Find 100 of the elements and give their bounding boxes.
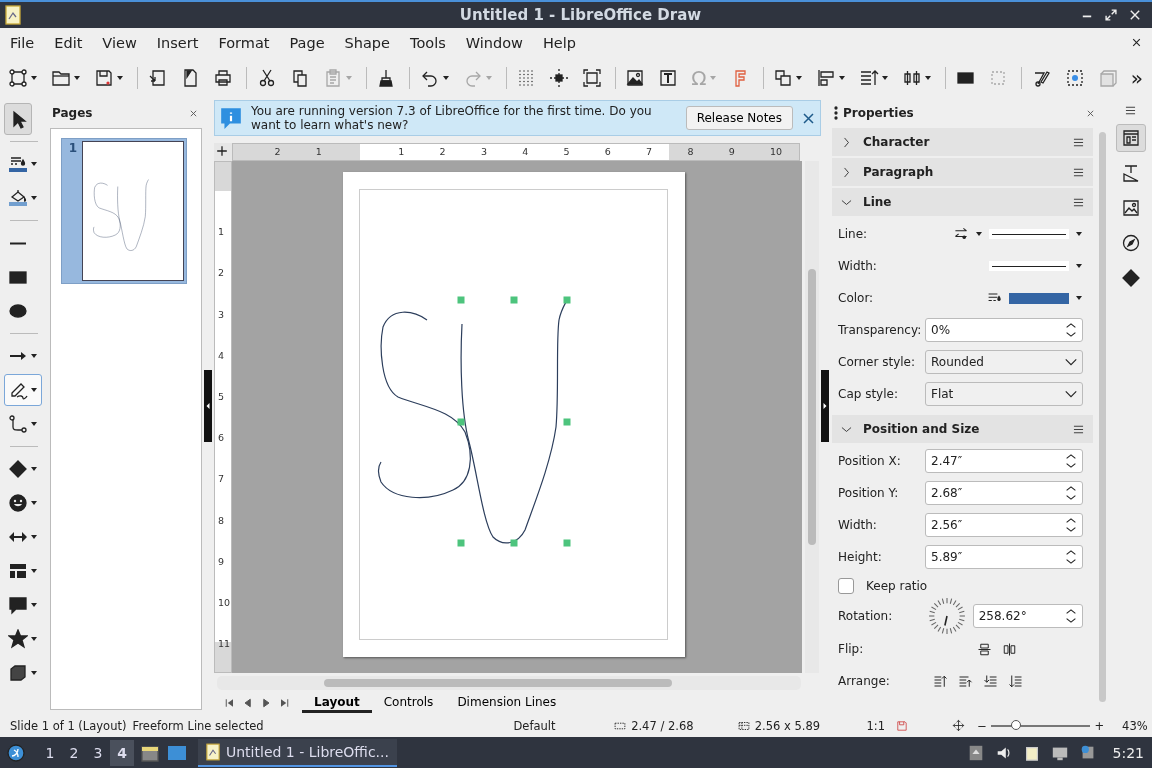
vertical-scrollbar[interactable] (805, 161, 819, 673)
export-icon[interactable] (147, 68, 168, 88)
transform-icon[interactable] (773, 68, 794, 88)
horizontal-scrollbar[interactable] (217, 676, 801, 690)
selection-handle[interactable] (457, 539, 465, 547)
close-document-icon[interactable] (1131, 36, 1142, 48)
caret-icon[interactable] (30, 601, 38, 609)
selection-handle[interactable] (563, 296, 571, 304)
zoom-slider-thumb[interactable] (1010, 719, 1021, 730)
caret-icon[interactable] (116, 74, 124, 82)
page-thumbnail[interactable]: 1 (61, 138, 187, 284)
layer-tab[interactable]: Dimension Lines (445, 692, 569, 713)
selection-handle[interactable] (563, 539, 571, 547)
caret-icon[interactable] (30, 194, 38, 202)
spin-field[interactable]: 2.47″ (925, 449, 1083, 473)
caret-icon[interactable] (30, 74, 38, 82)
caret-icon[interactable] (30, 160, 38, 168)
checkbox-label[interactable]: Keep ratio (866, 579, 928, 593)
caret-icon[interactable] (881, 74, 890, 82)
guides-icon[interactable] (548, 68, 569, 88)
flip-horizontal-icon[interactable] (1002, 641, 1017, 657)
collapse-handle[interactable] (821, 370, 829, 442)
menu-item[interactable]: Help (532, 35, 586, 51)
spin-icon[interactable] (1064, 516, 1078, 534)
panel-scrollbar[interactable] (1099, 132, 1106, 702)
first-icon[interactable] (224, 696, 236, 709)
workspace-button[interactable]: 2 (62, 739, 86, 766)
line-width-preview[interactable] (989, 261, 1069, 271)
release-notes-button[interactable]: Release Notes (685, 106, 793, 130)
caret-icon[interactable] (30, 567, 38, 575)
menu-item[interactable]: Insert (146, 35, 209, 51)
selection-handle[interactable] (510, 296, 518, 304)
distribute-icon[interactable] (902, 68, 923, 88)
glue-point-icon[interactable] (1064, 68, 1085, 88)
printer-icon[interactable] (213, 68, 234, 88)
caret-icon[interactable] (30, 533, 38, 541)
caret-icon[interactable] (441, 74, 450, 82)
section-header[interactable]: Position and Size (832, 415, 1093, 443)
close-icon[interactable] (1128, 8, 1142, 22)
workspace-button[interactable]: 3 (86, 739, 110, 766)
frame-icon[interactable] (581, 68, 602, 88)
close-icon[interactable] (801, 110, 816, 126)
menu-item[interactable]: Window (455, 35, 533, 51)
section-header[interactable]: Character (832, 128, 1093, 156)
properties-tab[interactable] (1115, 124, 1146, 152)
caret-icon[interactable] (795, 74, 804, 82)
caret-icon[interactable] (30, 352, 38, 360)
selection-handle[interactable] (457, 418, 465, 426)
bring-to-front-icon[interactable] (933, 673, 948, 689)
maximize-icon[interactable] (1104, 8, 1118, 22)
spin-field[interactable]: 0% (925, 318, 1083, 342)
points-icon[interactable] (8, 68, 28, 88)
selection-handle[interactable] (510, 539, 518, 547)
taskbar-task[interactable]: Untitled 1 - LibreOffic... (198, 738, 397, 767)
spin-icon[interactable] (1064, 548, 1078, 566)
spin-field[interactable]: 5.89″ (925, 545, 1083, 569)
send-to-back-icon[interactable] (1008, 673, 1023, 689)
folder-icon[interactable] (51, 68, 71, 88)
caret-icon[interactable] (1075, 262, 1083, 270)
close-icon[interactable] (189, 108, 198, 118)
workspace-button[interactable]: 1 (38, 739, 62, 766)
caret-icon[interactable] (924, 74, 933, 82)
close-icon[interactable] (1086, 108, 1095, 118)
rotation-dial[interactable] (927, 597, 966, 635)
menu-item[interactable]: File (0, 35, 45, 51)
image-icon[interactable] (625, 68, 646, 88)
caret-icon[interactable] (838, 74, 847, 82)
menu-item[interactable]: Tools (400, 35, 456, 51)
dropdown[interactable]: Rounded (925, 350, 1083, 374)
zoom-out-button[interactable]: − (977, 718, 987, 733)
caret-icon[interactable] (975, 230, 983, 238)
layer-tab[interactable]: Controls (371, 692, 446, 713)
caret-icon[interactable] (30, 499, 38, 507)
spin-field[interactable]: 258.62° (972, 604, 1083, 628)
caret-icon[interactable] (73, 74, 81, 82)
menu-item[interactable]: Format (208, 35, 280, 51)
spin-field[interactable]: 2.68″ (925, 481, 1083, 505)
line-style-preview[interactable] (989, 229, 1069, 239)
section-header[interactable]: Paragraph (832, 158, 1093, 186)
spin-field[interactable]: 2.56″ (925, 513, 1083, 537)
flip-vertical-icon[interactable] (977, 641, 992, 657)
spin-icon[interactable] (1064, 452, 1078, 470)
last-icon[interactable] (278, 696, 290, 709)
caret-icon[interactable] (30, 635, 38, 643)
collapse-handle[interactable] (204, 370, 212, 442)
spin-icon[interactable] (1064, 484, 1078, 502)
menu-item[interactable]: View (92, 35, 147, 51)
save-icon[interactable] (94, 68, 114, 88)
selection-handle[interactable] (457, 296, 465, 304)
zoom-in-button[interactable]: + (1094, 718, 1105, 733)
caret-icon[interactable] (1075, 294, 1083, 302)
pencil-tool[interactable] (4, 374, 42, 406)
more-tools-button[interactable]: » (1130, 68, 1144, 88)
arrange-icon[interactable] (859, 68, 880, 88)
next-icon[interactable] (260, 696, 272, 709)
spin-icon[interactable] (1064, 321, 1078, 339)
align-icon[interactable] (816, 68, 837, 88)
arrow-style-icon[interactable] (953, 226, 969, 242)
selection-handle[interactable] (563, 418, 571, 426)
menu-item[interactable]: Page (279, 35, 335, 51)
